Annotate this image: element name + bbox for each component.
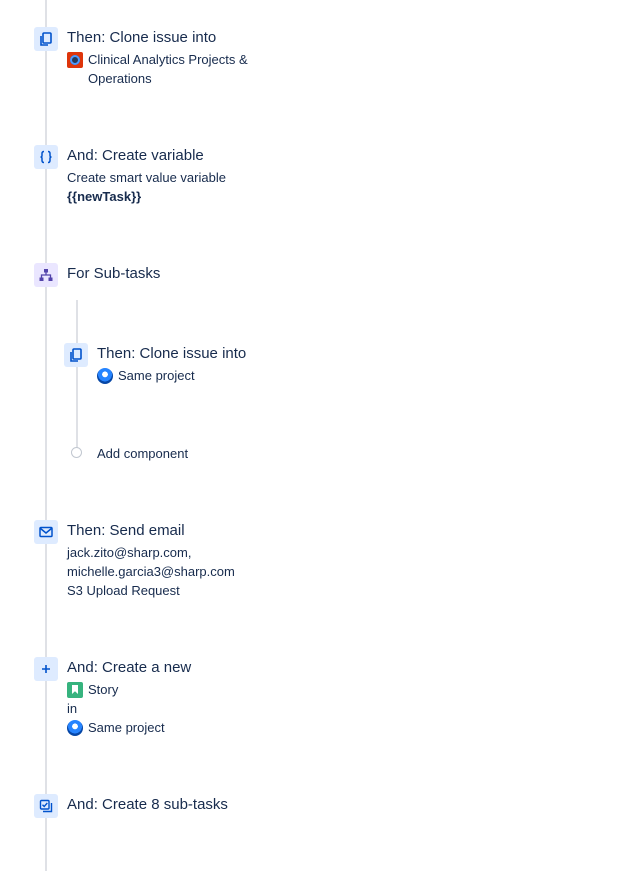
braces-icon [34, 145, 58, 169]
target-project-name: Same project [88, 720, 165, 735]
target-project-name-cont: Operations [88, 71, 152, 86]
branch-timeline-rail [76, 300, 78, 448]
issue-type: Story [88, 682, 119, 697]
step-title: And: Create a new [67, 659, 192, 676]
step-title: Then: Send email [67, 522, 185, 539]
add-component-dot-icon[interactable] [71, 447, 82, 458]
add-component-link[interactable]: Add component [97, 445, 188, 463]
clone-icon [34, 27, 58, 51]
connector-text: in [67, 701, 78, 716]
same-project-icon [97, 368, 113, 384]
email-recipient: jack.zito@sharp.com, [67, 545, 192, 560]
step-title: And: Create 8 sub-tasks [67, 796, 228, 813]
target-project-name: Same project [118, 368, 195, 383]
automation-rule-canvas: Then: Clone issue into Clinical Analytic… [0, 0, 622, 871]
email-recipient: michelle.garcia3@sharp.com [67, 564, 235, 579]
step-title: Then: Clone issue into [97, 345, 247, 362]
step-title: And: Create variable [67, 147, 204, 164]
variable-name: {{newTask}} [67, 189, 142, 204]
same-project-icon [67, 720, 83, 736]
variable-description: Create smart value variable [67, 170, 226, 185]
email-subject: S3 Upload Request [67, 583, 180, 598]
step-title: Then: Clone issue into [67, 29, 217, 46]
project-avatar-icon [67, 52, 83, 68]
plus-icon [34, 657, 58, 681]
branch-icon [34, 263, 58, 287]
step-title: For Sub-tasks [67, 265, 161, 282]
clone-icon [64, 343, 88, 367]
timeline-rail [45, 0, 47, 871]
mail-icon [34, 520, 58, 544]
story-icon [67, 682, 83, 698]
target-project-name: Clinical Analytics Projects & [88, 52, 248, 67]
subtasks-icon [34, 794, 58, 818]
